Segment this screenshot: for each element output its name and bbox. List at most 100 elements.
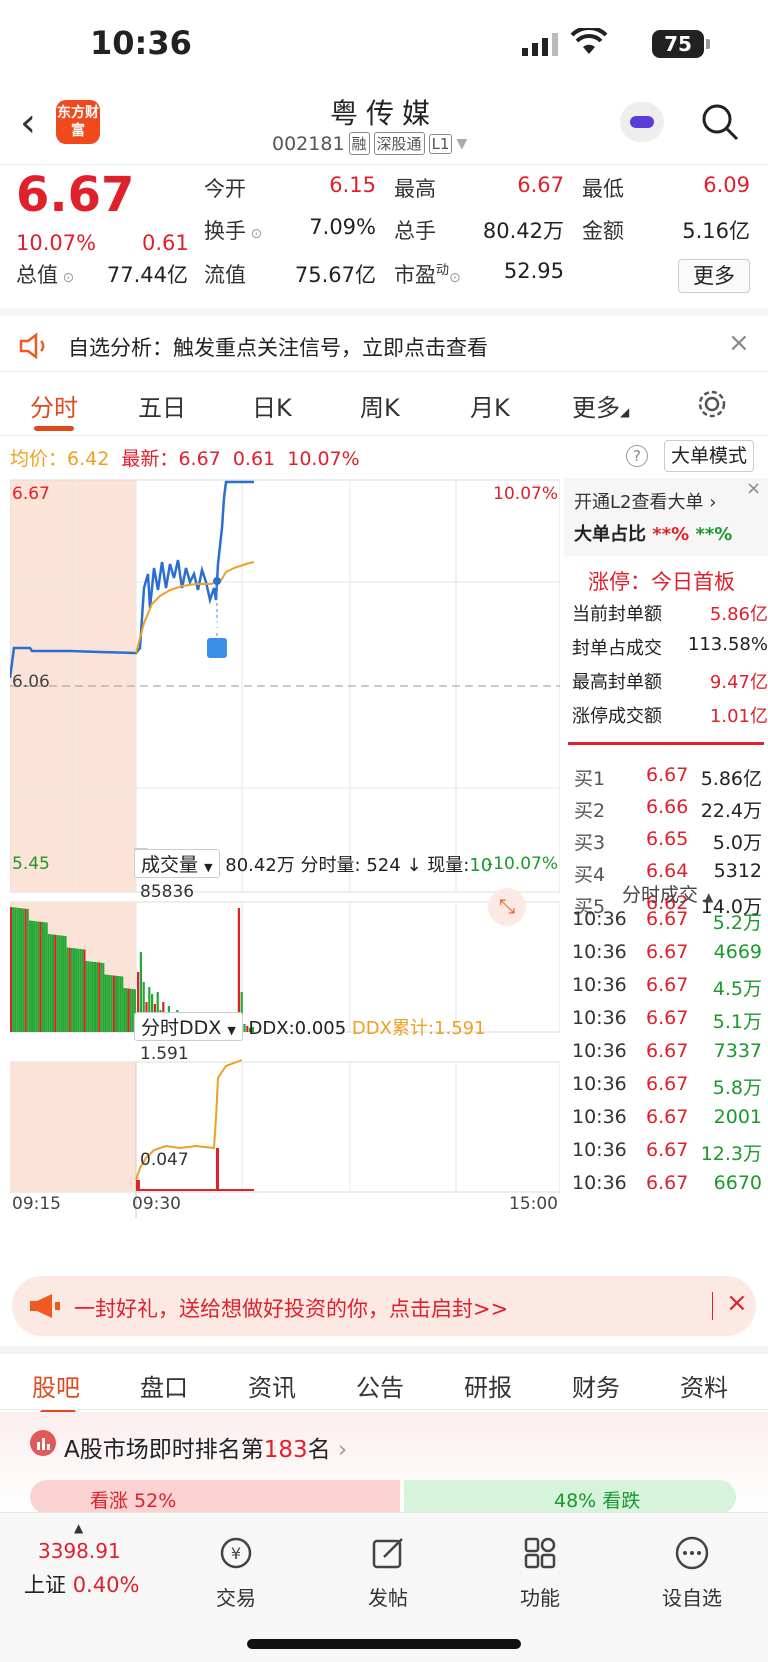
float-label: 流值 — [204, 263, 246, 287]
ddx-indicator-select[interactable]: 分时DDX ▼ — [134, 1012, 243, 1041]
volume-bar — [102, 963, 105, 1032]
tab-announcements[interactable]: 公告 — [356, 1368, 404, 1403]
volume-bar — [123, 988, 126, 1032]
tab-profile[interactable]: 资料 — [680, 1368, 728, 1403]
yuan-icon: ¥ — [220, 1537, 252, 1569]
tab-daily[interactable]: 日K — [252, 388, 292, 423]
volume-bar — [41, 922, 44, 1032]
volume-bar — [26, 909, 29, 1032]
volume-bar — [115, 975, 117, 1032]
limit-row: 最高封单额 9.47亿 — [572, 672, 768, 693]
nav-add-watchlist[interactable]: 设自选 — [632, 1533, 752, 1611]
nav-post[interactable]: 发帖 — [328, 1533, 448, 1611]
y-axis-bottom: 5.45 — [12, 854, 50, 874]
search-icon[interactable] — [700, 102, 740, 142]
volume-bar — [60, 935, 63, 1032]
index-value[interactable]: 3398.91 — [38, 1539, 121, 1563]
change-amount: 0.61 — [142, 231, 189, 255]
index-label[interactable]: 上证 0.40% — [24, 1569, 139, 1599]
bearish-bar[interactable]: 48% 看跌 — [404, 1480, 736, 1514]
tab-weekly[interactable]: 周K — [360, 388, 400, 423]
high-value: 6.67 — [517, 173, 564, 197]
tab-monthly[interactable]: 月K — [470, 388, 510, 423]
ddx-header: 分时DDX ▼ DDX:0.005 DDX累计:1.591 — [134, 1012, 486, 1041]
tab-news[interactable]: 资讯 — [248, 1368, 296, 1403]
more-button[interactable]: 更多 — [678, 259, 750, 293]
ddx-bottom-label: 0.047 — [140, 1150, 189, 1170]
promo-banner[interactable]: 一封好礼，送给想做好投资的你，点击启封>> × — [12, 1276, 756, 1336]
expand-icon[interactable]: ⤡ — [488, 888, 526, 926]
l2-promo[interactable]: 开通L2查看大单 › — [574, 488, 716, 514]
volume-value: 80.42万 — [482, 219, 564, 243]
chevron-up-icon: ▲ — [74, 1521, 84, 1535]
volume-bar — [75, 948, 78, 1032]
close-icon[interactable]: × — [746, 478, 761, 499]
low-value: 6.09 — [703, 173, 750, 197]
high-label: 最高 — [394, 177, 436, 201]
tab-intraday[interactable]: 分时 — [30, 388, 78, 423]
y-axis-mid: 6.06 — [12, 672, 50, 692]
bar-chart-icon — [30, 1430, 56, 1456]
volume-bar — [129, 988, 132, 1032]
tag-connect: 深股通 — [373, 132, 425, 155]
volume-header: 成交量 ▼ 80.42万 分时量: 524 ↓ 现量:10 — [134, 849, 492, 878]
ticks-title[interactable]: 分时成交 ▲ — [622, 880, 713, 907]
volume-bar — [79, 949, 82, 1032]
analysis-notice[interactable]: 自选分析：触发重点关注信号，立即点击查看 × — [0, 308, 768, 372]
sell-marker-dot — [213, 577, 221, 585]
tab-5day[interactable]: 五日 — [138, 388, 186, 423]
volume-bar — [14, 907, 17, 1032]
volume-bar — [39, 921, 42, 1032]
volume-bar — [83, 949, 86, 1032]
tab-handicap[interactable]: 盘口 — [140, 1368, 188, 1403]
stock-code-row[interactable]: 002181 融 深股通 L1 ▼ — [272, 132, 467, 155]
change-pct: 10.07% — [16, 231, 97, 255]
volume-bar — [33, 921, 36, 1032]
pe-value: 52.95 — [503, 259, 564, 283]
gear-icon[interactable] — [696, 388, 728, 420]
y-axis-top: 6.67 — [12, 484, 50, 504]
intraday-chart-area: 6.67 6.06 5.45 10.07% -10.07% S 成交量 ▼ 80… — [10, 478, 560, 1258]
pct-axis-bottom: -10.07% — [487, 854, 558, 874]
l2-box[interactable]: 开通L2查看大单 › × 大单占比 **% **% — [564, 478, 768, 556]
volume-bar — [24, 908, 27, 1032]
volume-bar — [125, 988, 128, 1032]
tab-indicator — [34, 426, 74, 431]
latest-price: 6.67 — [178, 448, 221, 470]
volume-bar — [64, 936, 67, 1032]
tab-more[interactable]: 更多◢ — [572, 388, 629, 423]
big-order-mode-button[interactable]: 大单模式 — [664, 440, 754, 472]
pct-axis-top: 10.07% — [493, 484, 558, 504]
tab-finance[interactable]: 财务 — [572, 1368, 620, 1403]
volume-bar — [110, 975, 113, 1032]
volume-bar — [45, 922, 48, 1032]
volume-bar — [81, 949, 84, 1032]
volume-bar — [10, 907, 12, 1032]
nav-trade[interactable]: ¥ 交易 — [176, 1533, 296, 1611]
volume-bar — [35, 921, 38, 1032]
limit-row: 当前封单额 5.86亿 — [572, 604, 768, 625]
volume-bar — [47, 934, 50, 1032]
close-icon[interactable]: × — [726, 1288, 748, 1318]
volume-bar — [62, 935, 65, 1032]
assistant-robot-icon[interactable] — [620, 102, 664, 142]
volume-bar — [112, 975, 115, 1032]
market-rank[interactable]: A股市场即时排名第183名 › 看涨 52% 48% 看跌 — [0, 1412, 768, 1514]
volume-bar — [68, 947, 71, 1032]
info-icon: ⊙ — [58, 270, 75, 286]
nav-functions[interactable]: 功能 — [480, 1533, 600, 1611]
help-icon[interactable]: ? — [626, 445, 648, 467]
turnover-value: 7.09% — [309, 215, 376, 239]
info-tabs: 股吧 盘口 资讯 公告 研报 财务 资料 — [0, 1346, 768, 1415]
tab-research[interactable]: 研报 — [464, 1368, 512, 1403]
tab-forum[interactable]: 股吧 — [32, 1368, 80, 1403]
close-icon[interactable]: × — [728, 328, 750, 358]
right-panel: 开通L2查看大单 › × 大单占比 **% **% 涨停：今日首板 当前封单额 5… — [564, 478, 768, 1268]
edit-icon — [372, 1538, 403, 1569]
stock-header: ‹ 东方财富 粤传媒 002181 融 深股通 L1 ▼ — [0, 90, 768, 162]
volume-indicator-select[interactable]: 成交量 ▼ — [134, 849, 220, 878]
volume-bar — [54, 934, 57, 1032]
bullish-bar[interactable]: 看涨 52% — [30, 1480, 400, 1514]
volume-bar — [119, 976, 122, 1032]
info-icon: ⊙ — [449, 270, 461, 286]
